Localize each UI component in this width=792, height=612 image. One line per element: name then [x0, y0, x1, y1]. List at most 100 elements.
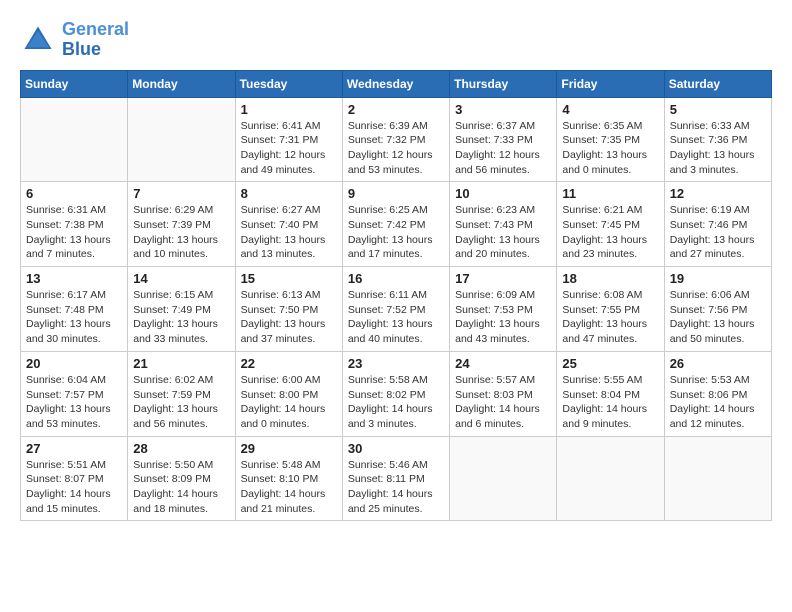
- logo-text: General Blue: [62, 20, 129, 60]
- calendar-day-cell: 7 Sunrise: 6:29 AM Sunset: 7:39 PM Daylig…: [128, 182, 235, 267]
- day-of-week-header: Saturday: [664, 70, 771, 97]
- day-info: Sunrise: 5:46 AM Sunset: 8:11 PM Dayligh…: [348, 458, 444, 517]
- calendar-table: SundayMondayTuesdayWednesdayThursdayFrid…: [20, 70, 772, 522]
- day-number: 30: [348, 441, 444, 456]
- day-info: Sunrise: 5:57 AM Sunset: 8:03 PM Dayligh…: [455, 373, 551, 432]
- day-number: 24: [455, 356, 551, 371]
- day-info: Sunrise: 6:23 AM Sunset: 7:43 PM Dayligh…: [455, 203, 551, 262]
- day-info: Sunrise: 5:53 AM Sunset: 8:06 PM Dayligh…: [670, 373, 766, 432]
- day-number: 10: [455, 186, 551, 201]
- day-number: 16: [348, 271, 444, 286]
- calendar-day-cell: 27Sunrise: 5:51 AM Sunset: 8:07 PM Dayli…: [21, 436, 128, 521]
- day-info: Sunrise: 5:58 AM Sunset: 8:02 PM Dayligh…: [348, 373, 444, 432]
- calendar-day-cell: 10 Sunrise: 6:23 AM Sunset: 7:43 PM Dayli…: [450, 182, 557, 267]
- calendar-day-cell: 6 Sunrise: 6:31 AM Sunset: 7:38 PM Daylig…: [21, 182, 128, 267]
- calendar-day-cell: [450, 436, 557, 521]
- calendar-day-cell: 9 Sunrise: 6:25 AM Sunset: 7:42 PM Daylig…: [342, 182, 449, 267]
- calendar-week-row: 20 Sunrise: 6:04 AM Sunset: 7:57 PM Dayli…: [21, 351, 772, 436]
- day-of-week-header: Thursday: [450, 70, 557, 97]
- day-info: Sunrise: 6:04 AM Sunset: 7:57 PM Dayligh…: [26, 373, 122, 432]
- calendar-week-row: 1 Sunrise: 6:41 AM Sunset: 7:31 PM Daylig…: [21, 97, 772, 182]
- day-info: Sunrise: 6:21 AM Sunset: 7:45 PM Dayligh…: [562, 203, 658, 262]
- calendar-header-row: SundayMondayTuesdayWednesdayThursdayFrid…: [21, 70, 772, 97]
- day-info: Sunrise: 6:15 AM Sunset: 7:49 PM Dayligh…: [133, 288, 229, 347]
- day-info: Sunrise: 6:17 AM Sunset: 7:48 PM Dayligh…: [26, 288, 122, 347]
- calendar-day-cell: 2 Sunrise: 6:39 AM Sunset: 7:32 PM Daylig…: [342, 97, 449, 182]
- day-info: Sunrise: 6:00 AM Sunset: 8:00 PM Dayligh…: [241, 373, 337, 432]
- day-info: Sunrise: 6:11 AM Sunset: 7:52 PM Dayligh…: [348, 288, 444, 347]
- day-number: 22: [241, 356, 337, 371]
- day-number: 9: [348, 186, 444, 201]
- day-number: 26: [670, 356, 766, 371]
- day-number: 15: [241, 271, 337, 286]
- day-number: 11: [562, 186, 658, 201]
- day-info: Sunrise: 6:02 AM Sunset: 7:59 PM Dayligh…: [133, 373, 229, 432]
- calendar-day-cell: [128, 97, 235, 182]
- calendar-day-cell: 13 Sunrise: 6:17 AM Sunset: 7:48 PM Dayli…: [21, 267, 128, 352]
- calendar-day-cell: 20 Sunrise: 6:04 AM Sunset: 7:57 PM Dayli…: [21, 351, 128, 436]
- logo-icon: [20, 22, 56, 58]
- day-number: 6: [26, 186, 122, 201]
- day-number: 4: [562, 102, 658, 117]
- day-info: Sunrise: 6:39 AM Sunset: 7:32 PM Dayligh…: [348, 119, 444, 178]
- calendar-day-cell: 16 Sunrise: 6:11 AM Sunset: 7:52 PM Dayli…: [342, 267, 449, 352]
- day-info: Sunrise: 6:27 AM Sunset: 7:40 PM Dayligh…: [241, 203, 337, 262]
- calendar-day-cell: 17Sunrise: 6:09 AM Sunset: 7:53 PM Dayli…: [450, 267, 557, 352]
- day-info: Sunrise: 6:08 AM Sunset: 7:55 PM Dayligh…: [562, 288, 658, 347]
- day-info: Sunrise: 5:50 AM Sunset: 8:09 PM Dayligh…: [133, 458, 229, 517]
- day-of-week-header: Sunday: [21, 70, 128, 97]
- day-number: 5: [670, 102, 766, 117]
- calendar-week-row: 27Sunrise: 5:51 AM Sunset: 8:07 PM Dayli…: [21, 436, 772, 521]
- day-number: 3: [455, 102, 551, 117]
- day-number: 25: [562, 356, 658, 371]
- day-info: Sunrise: 5:48 AM Sunset: 8:10 PM Dayligh…: [241, 458, 337, 517]
- day-info: Sunrise: 6:29 AM Sunset: 7:39 PM Dayligh…: [133, 203, 229, 262]
- day-number: 7: [133, 186, 229, 201]
- calendar-day-cell: 11 Sunrise: 6:21 AM Sunset: 7:45 PM Dayli…: [557, 182, 664, 267]
- calendar-day-cell: 30 Sunrise: 5:46 AM Sunset: 8:11 PM Dayli…: [342, 436, 449, 521]
- calendar-day-cell: 15Sunrise: 6:13 AM Sunset: 7:50 PM Dayli…: [235, 267, 342, 352]
- calendar-week-row: 13 Sunrise: 6:17 AM Sunset: 7:48 PM Dayli…: [21, 267, 772, 352]
- day-info: Sunrise: 6:41 AM Sunset: 7:31 PM Dayligh…: [241, 119, 337, 178]
- logo: General Blue: [20, 20, 129, 60]
- calendar-day-cell: 14 Sunrise: 6:15 AM Sunset: 7:49 PM Dayli…: [128, 267, 235, 352]
- day-info: Sunrise: 6:09 AM Sunset: 7:53 PM Dayligh…: [455, 288, 551, 347]
- page-header: General Blue: [20, 20, 772, 60]
- calendar-week-row: 6 Sunrise: 6:31 AM Sunset: 7:38 PM Daylig…: [21, 182, 772, 267]
- day-number: 13: [26, 271, 122, 286]
- calendar-day-cell: 12 Sunrise: 6:19 AM Sunset: 7:46 PM Dayli…: [664, 182, 771, 267]
- day-of-week-header: Friday: [557, 70, 664, 97]
- day-number: 19: [670, 271, 766, 286]
- day-number: 20: [26, 356, 122, 371]
- day-info: Sunrise: 6:37 AM Sunset: 7:33 PM Dayligh…: [455, 119, 551, 178]
- calendar-day-cell: [557, 436, 664, 521]
- day-number: 2: [348, 102, 444, 117]
- calendar-day-cell: 28 Sunrise: 5:50 AM Sunset: 8:09 PM Dayli…: [128, 436, 235, 521]
- day-info: Sunrise: 6:06 AM Sunset: 7:56 PM Dayligh…: [670, 288, 766, 347]
- calendar-day-cell: [664, 436, 771, 521]
- day-number: 1: [241, 102, 337, 117]
- day-of-week-header: Monday: [128, 70, 235, 97]
- calendar-day-cell: 4 Sunrise: 6:35 AM Sunset: 7:35 PM Daylig…: [557, 97, 664, 182]
- day-info: Sunrise: 6:35 AM Sunset: 7:35 PM Dayligh…: [562, 119, 658, 178]
- day-number: 28: [133, 441, 229, 456]
- calendar-day-cell: 25 Sunrise: 5:55 AM Sunset: 8:04 PM Dayli…: [557, 351, 664, 436]
- day-number: 12: [670, 186, 766, 201]
- calendar-day-cell: 5 Sunrise: 6:33 AM Sunset: 7:36 PM Daylig…: [664, 97, 771, 182]
- day-number: 23: [348, 356, 444, 371]
- day-info: Sunrise: 6:33 AM Sunset: 7:36 PM Dayligh…: [670, 119, 766, 178]
- calendar-day-cell: 1 Sunrise: 6:41 AM Sunset: 7:31 PM Daylig…: [235, 97, 342, 182]
- calendar-day-cell: 29Sunrise: 5:48 AM Sunset: 8:10 PM Dayli…: [235, 436, 342, 521]
- calendar-day-cell: 23 Sunrise: 5:58 AM Sunset: 8:02 PM Dayli…: [342, 351, 449, 436]
- day-info: Sunrise: 6:25 AM Sunset: 7:42 PM Dayligh…: [348, 203, 444, 262]
- day-number: 8: [241, 186, 337, 201]
- day-info: Sunrise: 6:31 AM Sunset: 7:38 PM Dayligh…: [26, 203, 122, 262]
- day-number: 21: [133, 356, 229, 371]
- calendar-day-cell: 19 Sunrise: 6:06 AM Sunset: 7:56 PM Dayli…: [664, 267, 771, 352]
- calendar-day-cell: 24 Sunrise: 5:57 AM Sunset: 8:03 PM Dayli…: [450, 351, 557, 436]
- day-info: Sunrise: 5:55 AM Sunset: 8:04 PM Dayligh…: [562, 373, 658, 432]
- day-info: Sunrise: 6:19 AM Sunset: 7:46 PM Dayligh…: [670, 203, 766, 262]
- day-number: 14: [133, 271, 229, 286]
- day-number: 27: [26, 441, 122, 456]
- calendar-day-cell: 3 Sunrise: 6:37 AM Sunset: 7:33 PM Daylig…: [450, 97, 557, 182]
